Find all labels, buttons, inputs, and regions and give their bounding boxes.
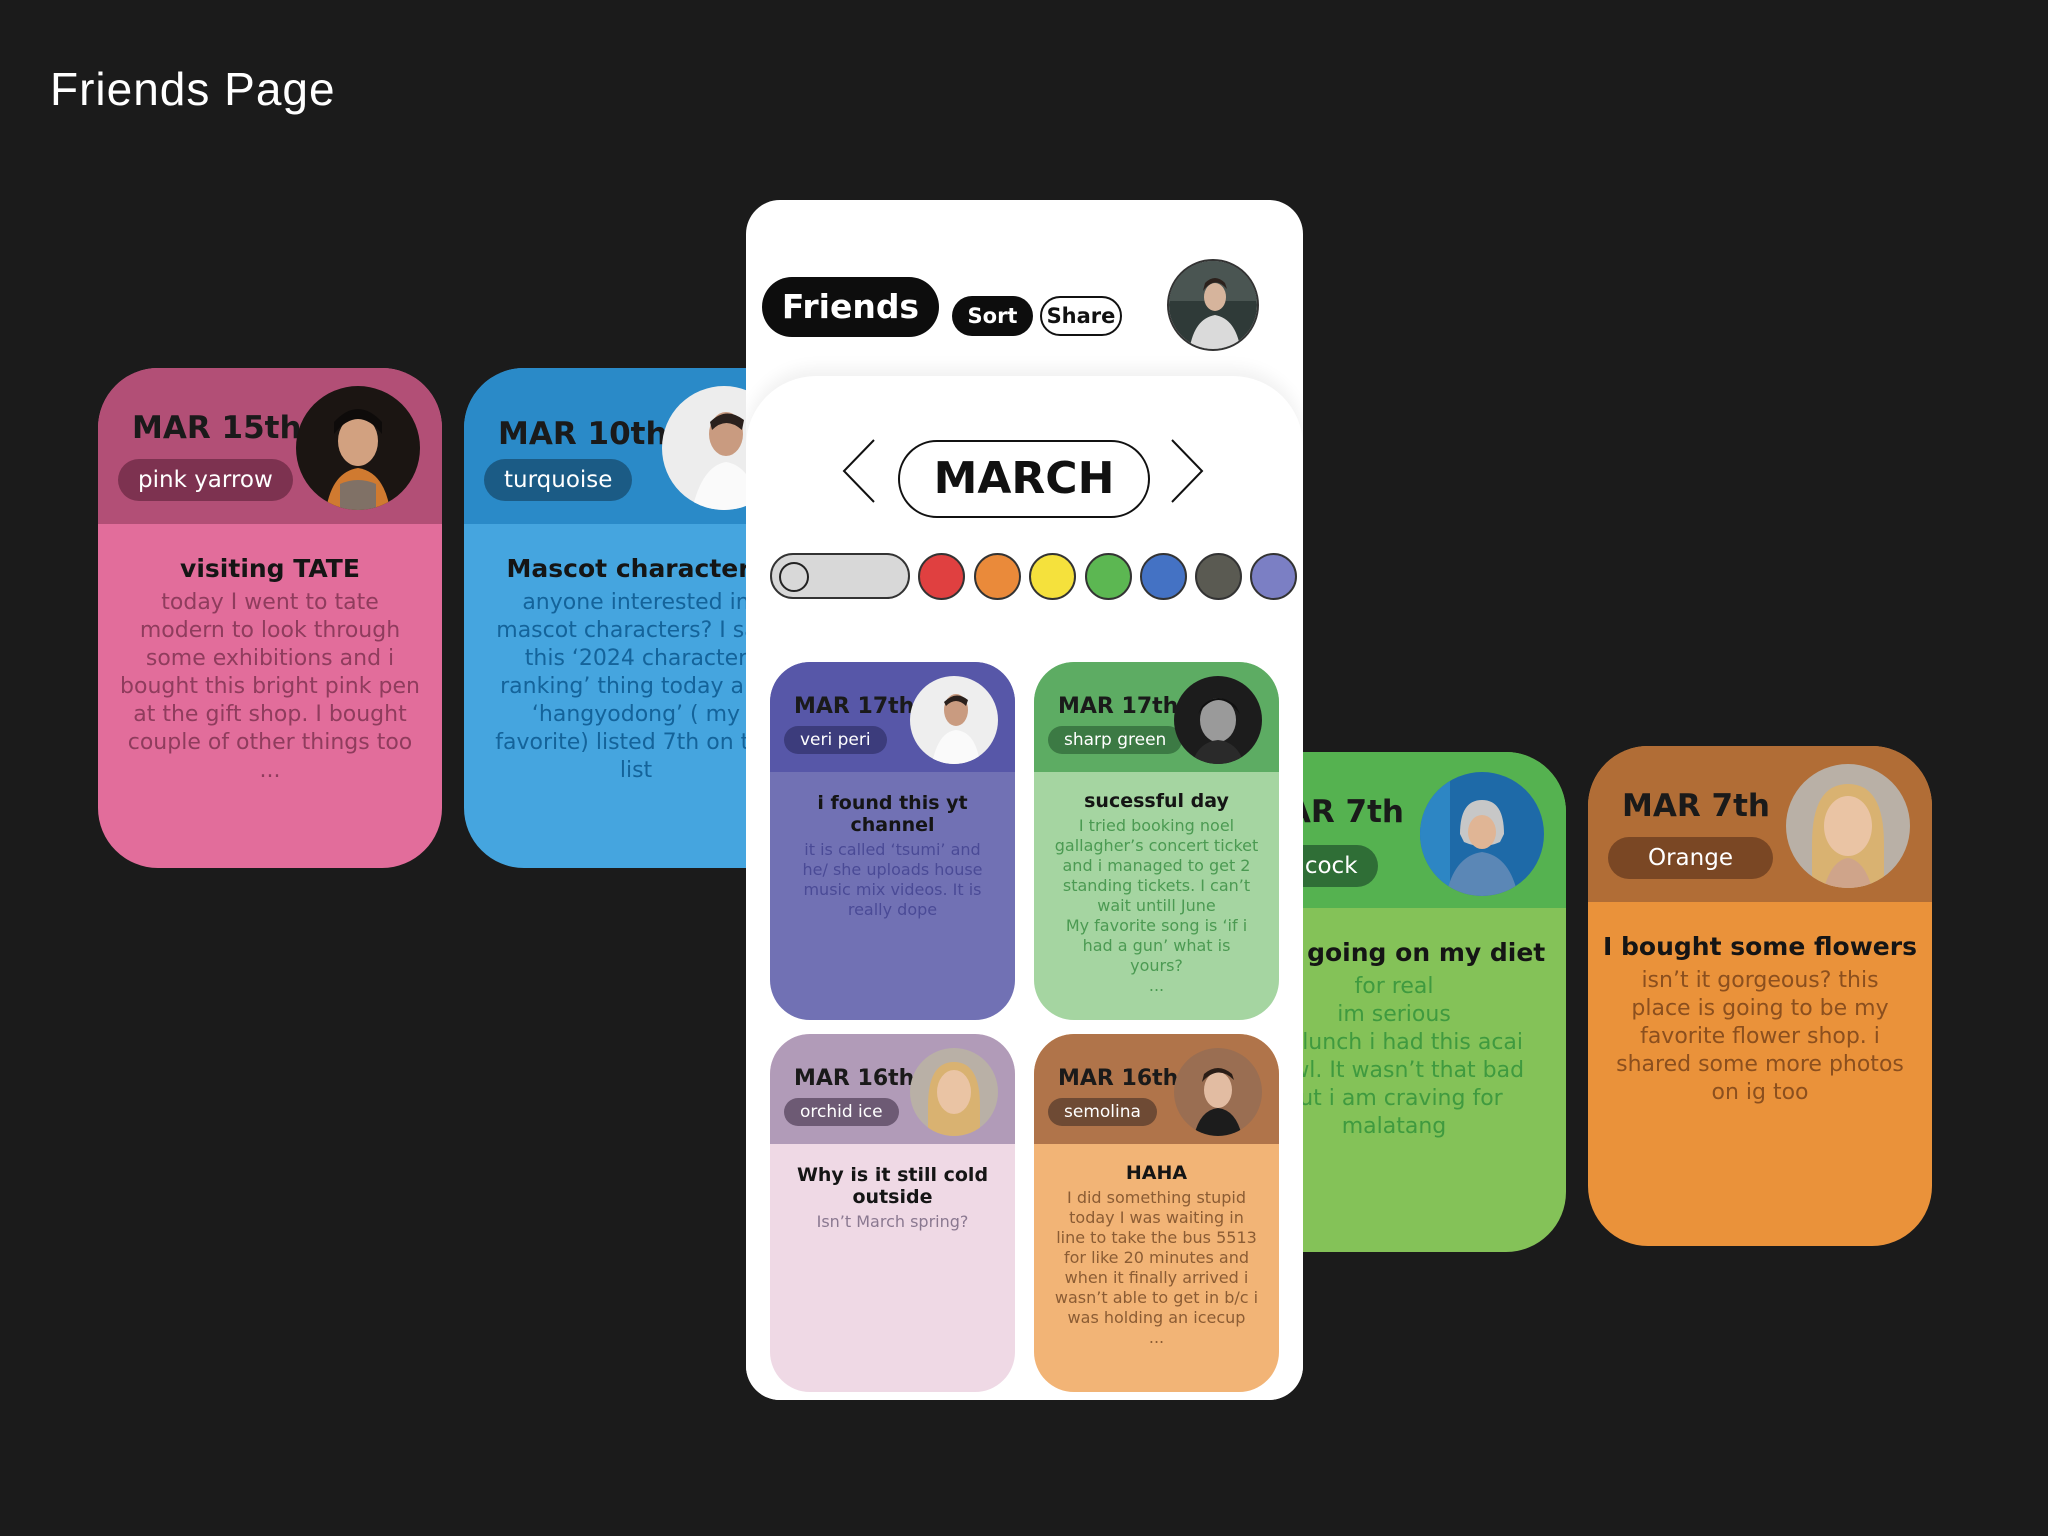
card-text: I did something stupid today I was waiti… [1054,1188,1259,1347]
card-text: isn’t it gorgeous? this place is going t… [1616,968,1904,1105]
card-title: I bought some flowers [1603,932,1917,961]
card-date: MAR 15th [132,410,302,446]
phone-screen: Friends Sort Share MARCH MAR 17th veri p… [746,200,1303,1400]
friend-card-sharp-green[interactable]: MAR 17th sharp green sucessful day I tri… [1034,662,1279,1020]
card-title: Why is it still cold outside [796,1164,989,1208]
chevron-right-icon[interactable] [1166,436,1206,506]
month-label: MARCH [898,440,1150,518]
card-date: MAR 7th [1622,788,1770,824]
card-title: visiting TATE [180,554,360,583]
page-title: Friends Page [50,63,336,115]
search-input[interactable] [770,553,910,599]
color-filter-blue[interactable] [1140,553,1187,600]
color-filter-green[interactable] [1085,553,1132,600]
card-text: Isn’t March spring? [816,1212,969,1231]
search-icon [779,562,809,592]
color-filter-gray[interactable] [1195,553,1242,600]
card-date: MAR 16th [1058,1066,1179,1091]
color-filter-periwinkle[interactable] [1250,553,1297,600]
card-text: I tried booking noel gallagher’s concert… [1054,816,1259,995]
friends-button[interactable]: Friends [762,277,939,337]
friend-card-orange[interactable]: MAR 7th Orange I bought some flowers isn… [1588,746,1932,1246]
avatar [910,676,998,764]
color-name-badge: turquoise [484,459,633,501]
sort-button[interactable]: Sort [952,296,1033,336]
card-text: it is called ‘tsumi’ and he/ she uploads… [802,840,983,919]
avatar [910,1048,998,1136]
friend-card-pink-yarrow[interactable]: MAR 15th pink yarrow visiting TATE today… [98,368,442,868]
friend-card-orchid-ice[interactable]: MAR 16th orchid ice Why is it still cold… [770,1034,1015,1392]
friend-card-veri-peri[interactable]: MAR 17th veri peri i found this yt chann… [770,662,1015,1020]
color-name-badge: semolina [1048,1098,1157,1126]
avatar [1786,764,1910,888]
card-title: HAHA [1125,1162,1188,1184]
avatar [296,386,420,510]
color-name-badge: veri peri [784,726,887,754]
color-filter-yellow[interactable] [1029,553,1076,600]
friend-card-semolina[interactable]: MAR 16th semolina HAHA I did something s… [1034,1034,1279,1392]
color-name-badge: orchid ice [784,1098,899,1126]
color-filter-red[interactable] [918,553,965,600]
card-date: MAR 10th [498,416,668,452]
calendar-panel: MARCH MAR 17th veri peri i found this yt… [746,376,1303,1400]
profile-avatar[interactable] [1167,259,1259,351]
card-title: sucessful day [1084,790,1229,812]
color-name-badge: Orange [1608,837,1773,879]
card-date: MAR 16th [794,1066,915,1091]
color-filter-orange[interactable] [974,553,1021,600]
card-date: MAR 17th [794,694,915,719]
avatar [1420,772,1544,896]
avatar [1174,676,1262,764]
card-title: i found this yt channel [817,792,968,836]
card-text: today I went to tate modern to look thro… [120,590,420,783]
color-name-badge: pink yarrow [118,459,293,501]
chevron-left-icon[interactable] [840,436,880,506]
card-date: MAR 17th [1058,694,1179,719]
avatar [1174,1048,1262,1136]
share-button[interactable]: Share [1040,296,1122,336]
color-name-badge: sharp green [1048,726,1183,754]
